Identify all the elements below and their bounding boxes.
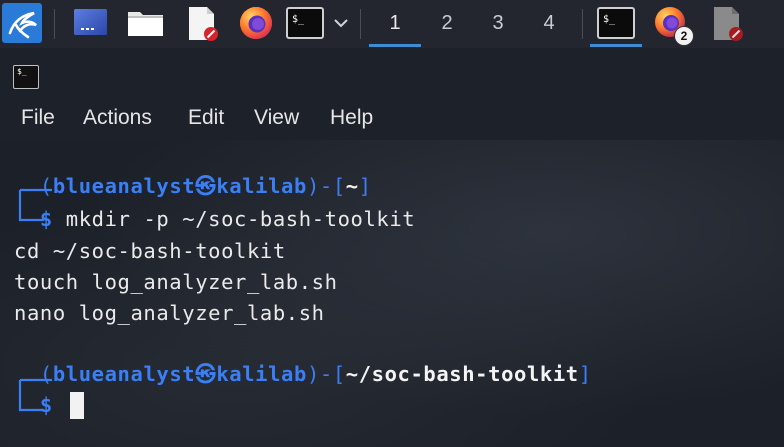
svg-text:$_: $_: [292, 14, 305, 25]
menu-view[interactable]: View: [254, 98, 299, 138]
prompt-user: blueanalyst: [52, 362, 196, 386]
text-editor-icon: [189, 7, 218, 41]
terminal-icon: $_: [597, 7, 635, 39]
taskbar-separator: [360, 9, 361, 39]
terminal-window-icon: $_: [13, 65, 39, 89]
terminal-cursor: [70, 392, 84, 419]
prompt-symbol: $: [39, 207, 53, 231]
prompt-user: blueanalyst: [52, 174, 196, 198]
taskbar-separator: [54, 9, 55, 39]
kali-dragon-icon: [8, 11, 37, 39]
prompt-symbol: $: [39, 393, 53, 417]
menu-help[interactable]: Help: [330, 98, 373, 138]
prompt-dir: ~: [345, 174, 359, 198]
workspace-1-button[interactable]: 1: [372, 8, 418, 38]
firefox-launcher[interactable]: [234, 0, 278, 48]
menu-actions[interactable]: Actions: [83, 98, 152, 138]
command-line-2: $: [14, 390, 53, 420]
prompt-line-1: (blueanalyst㉿kalilab)-[~]: [39, 174, 372, 198]
chevron-down-icon: [334, 19, 348, 28]
workspace-4-button[interactable]: 4: [526, 8, 572, 38]
window-count-badge: 2: [674, 26, 694, 46]
task-firefox-window-group[interactable]: 2: [648, 0, 696, 48]
terminal-icon: $_: [286, 7, 324, 39]
command-line-1: $ mkdir -p ~/soc-bash-toolkit: [14, 204, 415, 234]
menu-file[interactable]: File: [21, 98, 55, 138]
output-line: touch log_analyzer_lab.sh: [14, 270, 338, 294]
workspace-3-button[interactable]: 3: [475, 8, 521, 38]
prompt-host: kalilab: [216, 174, 307, 198]
command-text: mkdir -p ~/soc-bash-toolkit: [65, 207, 416, 231]
terminal-titlebar: [0, 48, 784, 98]
text-editor-launcher[interactable]: [180, 0, 224, 48]
active-task-indicator: [590, 44, 642, 47]
show-desktop-button[interactable]: [68, 0, 112, 48]
svg-text:$_: $_: [603, 14, 616, 25]
output-line: cd ~/soc-bash-toolkit: [14, 239, 286, 263]
terminal-window-icon-text: $_: [17, 67, 27, 76]
prompt-at-symbol: ㉿: [195, 174, 217, 198]
prompt-host: kalilab: [216, 362, 307, 386]
kali-menu-button[interactable]: [2, 3, 42, 43]
terminal-menubar: File Actions Edit View Help: [0, 98, 784, 140]
file-manager-launcher[interactable]: [124, 0, 168, 48]
text-editor-icon: [714, 7, 743, 41]
desktop-icon: [74, 9, 107, 35]
terminal-dropdown-button[interactable]: [330, 0, 352, 48]
terminal-launcher[interactable]: $_: [284, 0, 328, 48]
task-text-editor-window[interactable]: [704, 0, 752, 48]
workspace-2-button[interactable]: 2: [424, 8, 470, 38]
taskbar: $_ 1 2 3 4 $_ 2: [0, 0, 784, 48]
taskbar-separator: [582, 9, 583, 39]
menu-edit[interactable]: Edit: [188, 98, 224, 138]
prompt-dir: ~/soc-bash-toolkit: [345, 362, 579, 386]
output-line: nano log_analyzer_lab.sh: [14, 301, 325, 325]
task-terminal-window[interactable]: $_: [592, 0, 640, 48]
folder-icon: [128, 12, 163, 36]
prompt-line-2: (blueanalyst㉿kalilab)-[~/soc-bash-toolki…: [39, 362, 592, 386]
prompt-at-symbol: ㉿: [195, 362, 217, 386]
firefox-icon: [240, 7, 272, 39]
active-workspace-indicator: [369, 44, 421, 47]
